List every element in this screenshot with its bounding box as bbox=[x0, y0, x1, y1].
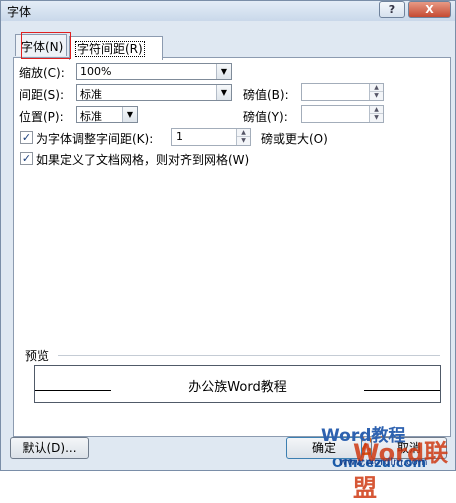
title-bar: 字体 ? X bbox=[1, 1, 455, 21]
chevron-down-icon[interactable]: ▼ bbox=[216, 85, 231, 100]
dialog-title: 字体 bbox=[7, 5, 32, 19]
position-by-label: 磅值(Y): bbox=[243, 110, 288, 124]
snap-to-grid-label: 如果定义了文档网格，则对齐到网格(W) bbox=[36, 153, 250, 167]
close-icon: X bbox=[425, 3, 434, 16]
kerning-value: 1 bbox=[176, 130, 183, 143]
close-button[interactable]: X bbox=[408, 1, 451, 18]
spacing-label: 间距(S): bbox=[19, 88, 65, 102]
tab-character-spacing-label: 字符间距(R) bbox=[75, 41, 145, 57]
spacing-by-label: 磅值(B): bbox=[243, 88, 289, 102]
default-button-label: 默认(D)... bbox=[22, 441, 77, 455]
font-dialog: 字体 ? X 字体(N) 字符间距(R) 缩放(C): 100% ▼ 间距(S)… bbox=[0, 0, 456, 502]
position-by-spinner[interactable]: ▲ ▼ bbox=[301, 105, 384, 123]
position-label: 位置(P): bbox=[19, 110, 64, 124]
preview-box: 办公族Word教程 bbox=[34, 365, 441, 403]
spacing-by-spinner[interactable]: ▲ ▼ bbox=[301, 83, 384, 101]
spin-up-icon[interactable]: ▲ bbox=[237, 129, 250, 137]
position-combobox[interactable]: 标准 ▼ bbox=[76, 106, 138, 123]
watermark-url: www.wordlm.com bbox=[339, 457, 428, 468]
character-spacing-panel: 缩放(C): 100% ▼ 间距(S): 标准 ▼ 磅值(B): ▲ ▼ 位置(P… bbox=[13, 57, 451, 471]
spin-down-icon[interactable]: ▼ bbox=[370, 114, 383, 122]
spin-down-icon[interactable]: ▼ bbox=[370, 92, 383, 100]
spacing-combobox[interactable]: 标准 ▼ bbox=[76, 84, 232, 101]
kerning-spinner[interactable]: 1 ▲ ▼ bbox=[171, 128, 251, 146]
dialog-content: 字体(N) 字符间距(R) 缩放(C): 100% ▼ 间距(S): 标准 ▼ … bbox=[7, 32, 451, 471]
spin-up-icon[interactable]: ▲ bbox=[370, 84, 383, 92]
kerning-label: 为字体调整字间距(K): bbox=[36, 132, 154, 146]
chevron-down-icon[interactable]: ▼ bbox=[122, 107, 137, 122]
kerning-checkbox[interactable]: ✓ bbox=[20, 131, 33, 144]
tab-character-spacing[interactable]: 字符间距(R) bbox=[69, 36, 163, 60]
spin-down-icon[interactable]: ▼ bbox=[237, 137, 250, 145]
scale-combobox[interactable]: 100% ▼ bbox=[76, 63, 232, 80]
position-value: 标准 bbox=[80, 110, 102, 123]
spacing-value: 标准 bbox=[80, 88, 102, 101]
preview-label: 预览 bbox=[25, 349, 50, 363]
spin-up-icon[interactable]: ▲ bbox=[370, 106, 383, 114]
help-button[interactable]: ? bbox=[379, 1, 405, 18]
chevron-down-icon[interactable]: ▼ bbox=[216, 64, 231, 79]
default-button[interactable]: 默认(D)... bbox=[10, 437, 89, 459]
scale-label: 缩放(C): bbox=[19, 66, 65, 80]
preview-divider bbox=[58, 355, 440, 356]
scale-value: 100% bbox=[80, 65, 112, 78]
snap-to-grid-checkbox[interactable]: ✓ bbox=[20, 152, 33, 165]
highlight-annotation-box bbox=[21, 32, 71, 59]
preview-sample-text: 办公族Word教程 bbox=[188, 380, 287, 395]
watermark-word-league: Word联盟 bbox=[353, 439, 449, 502]
help-icon: ? bbox=[388, 3, 396, 16]
kerning-suffix-label: 磅或更大(O) bbox=[261, 132, 328, 146]
